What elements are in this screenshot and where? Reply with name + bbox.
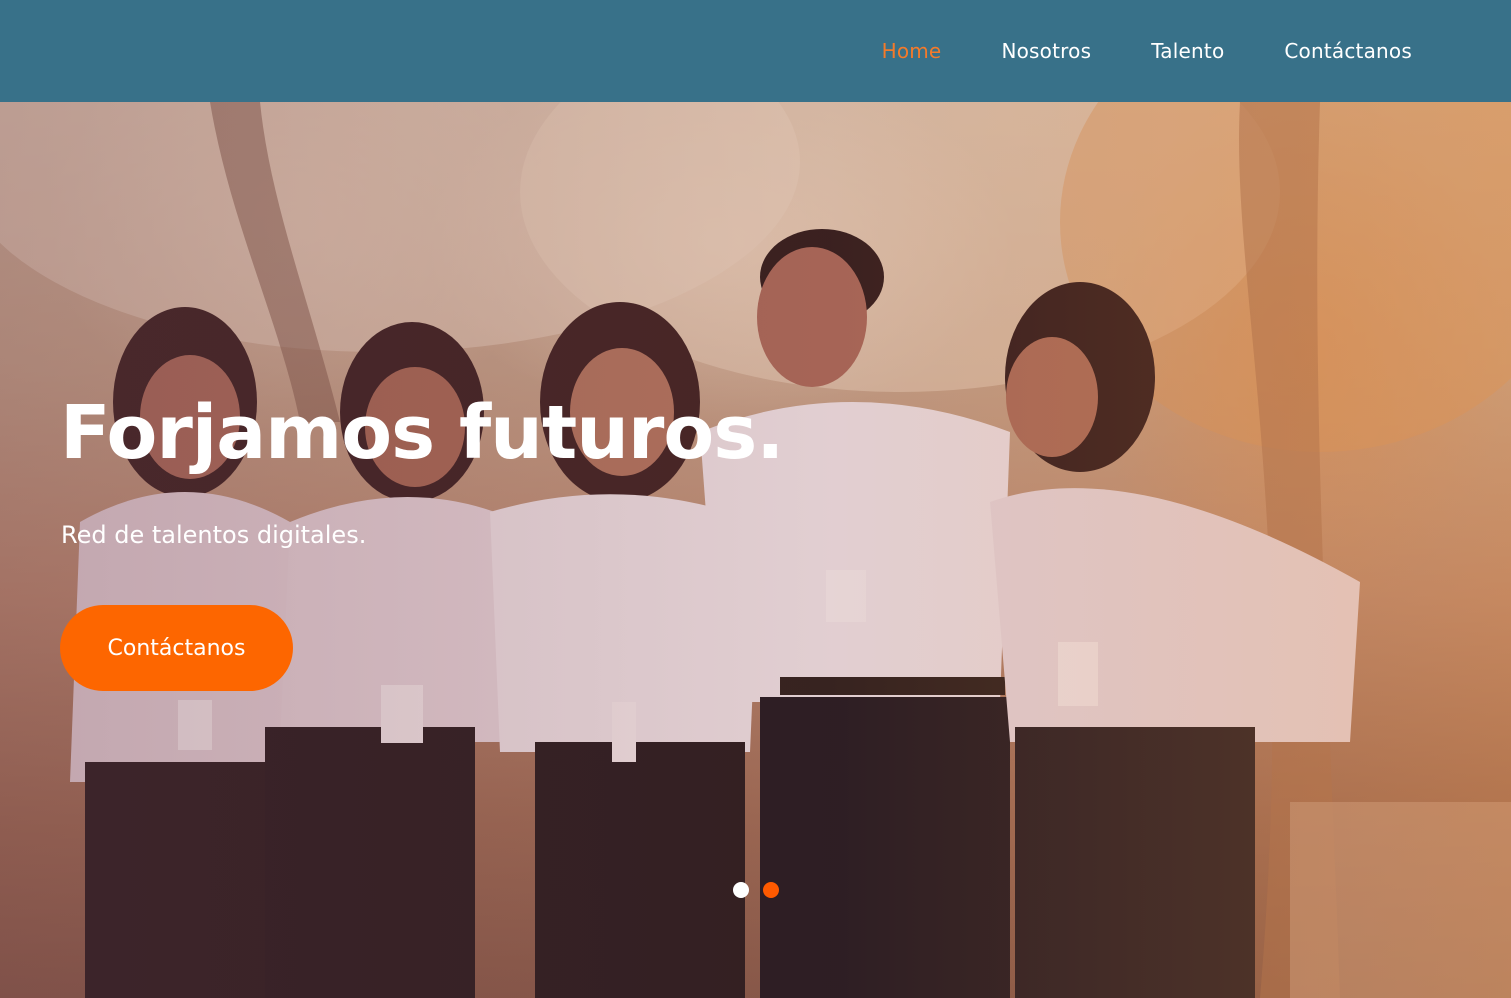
nav-link-contactanos[interactable]: Contáctanos [1284,39,1412,63]
nav-menu: Home Nosotros Talento Contáctanos [882,0,1412,102]
hero-slider: Forjamos futuros. Red de talentos digita… [0,102,1511,998]
nav-link-nosotros[interactable]: Nosotros [1001,39,1091,63]
contact-cta-button[interactable]: Contáctanos [60,605,293,691]
nav-link-talento[interactable]: Talento [1151,39,1224,63]
nav-item-nosotros: Nosotros [1001,39,1091,63]
slider-dot-2-active[interactable] [763,882,779,898]
hero-subtitle: Red de talentos digitales. [61,521,367,549]
hero-color-overlay [0,102,1511,998]
nav-item-talento: Talento [1151,39,1224,63]
nav-link-home[interactable]: Home [882,39,942,63]
top-navbar: Home Nosotros Talento Contáctanos [0,0,1511,102]
slider-pagination [733,882,779,898]
slider-dot-1[interactable] [733,882,749,898]
nav-item-home: Home [882,39,942,63]
nav-item-contactanos: Contáctanos [1284,39,1412,63]
hero-title: Forjamos futuros. [60,390,784,476]
